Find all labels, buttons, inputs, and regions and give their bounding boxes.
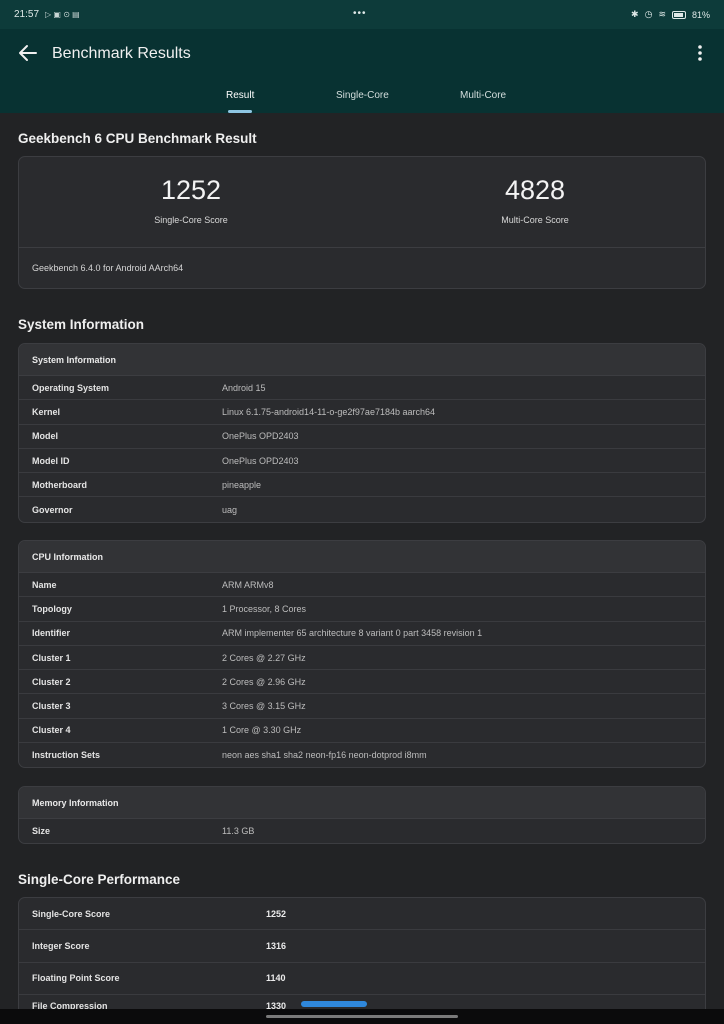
performance-row: Single-Core Score 1252 (19, 898, 705, 931)
alarm-icon: ◷ (644, 9, 653, 19)
info-key: Operating System (32, 382, 110, 393)
info-value: ARM implementer 65 architecture 8 varian… (222, 628, 483, 639)
info-row: Cluster 3 3 Cores @ 3.15 GHz (19, 694, 705, 719)
info-key: Model (32, 431, 58, 442)
single-core-score-block: 1252 Single-Core Score (19, 175, 363, 225)
navigation-bar (0, 1009, 724, 1024)
single-core-score-label: Single-Core Score (154, 215, 228, 225)
info-key: Topology (32, 603, 72, 614)
info-value: 1 Core @ 3.30 GHz (222, 725, 302, 736)
performance-row: Floating Point Score 1140 (19, 963, 705, 995)
performance-value: 1140 (266, 973, 286, 984)
memory-information-header: Memory Information (19, 787, 705, 819)
score-divider (19, 247, 705, 248)
info-value: ARM ARMv8 (222, 579, 274, 590)
performance-value: 1316 (266, 940, 287, 951)
info-row: Model ID OnePlus OPD2403 (19, 449, 705, 474)
notification-icons: ▷ ▣ ⊙ ▤ (45, 10, 80, 19)
bluetooth-icon: ✱ (631, 9, 639, 19)
status-bar: 21:57 ▷ ▣ ⊙ ▤ ••• ✱ ◷ ≋ 81% (0, 0, 724, 29)
info-key: Governor (32, 504, 73, 515)
system-information-card: System Information Operating System Andro… (18, 343, 706, 523)
info-key: Cluster 1 (32, 652, 71, 663)
info-row: Identifier ARM implementer 65 architectur… (19, 622, 705, 646)
single-core-performance-title: Single-Core Performance (18, 872, 181, 887)
wifi-icon: ≋ (658, 9, 666, 19)
performance-row: Integer Score 1316 (19, 930, 705, 963)
performance-bar (301, 1000, 367, 1007)
battery-level: 81% (691, 9, 710, 20)
info-row: Cluster 2 2 Cores @ 2.96 GHz (19, 670, 705, 695)
info-key: Kernel (32, 406, 61, 417)
info-row: Model OnePlus OPD2403 (19, 425, 705, 449)
result-section-title: Geekbench 6 CPU Benchmark Result (18, 131, 257, 146)
tab-result[interactable]: Result (226, 90, 254, 101)
info-row: Instruction Sets neon aes sha1 sha2 neon-… (19, 743, 705, 767)
more-options-icon[interactable] (690, 42, 710, 66)
info-row: Name ARM ARMv8 (19, 573, 705, 598)
info-row: Cluster 1 2 Cores @ 2.27 GHz (19, 646, 705, 671)
info-key: Name (32, 579, 57, 590)
info-key: Model ID (32, 455, 70, 466)
info-key: Instruction Sets (32, 750, 101, 761)
info-row: Kernel Linux 6.1.75-android14-11-o-ge2f97… (19, 400, 705, 425)
cpu-information-header: CPU Information (19, 541, 705, 573)
cpu-information-card: CPU Information Name ARM ARMv8 Topology 1 … (18, 540, 706, 769)
performance-key: Integer Score (32, 940, 90, 951)
system-information-section-title: System Information (18, 317, 145, 332)
single-core-score-value: 1252 (160, 175, 222, 205)
info-row: Operating System Android 15 (19, 376, 705, 401)
info-value: 1 Processor, 8 Cores (222, 603, 307, 614)
home-indicator[interactable] (266, 1015, 458, 1018)
tab-bar: Result Single-Core Multi-Core (0, 86, 724, 113)
info-value: 2 Cores @ 2.27 GHz (222, 652, 306, 663)
info-value: Android 15 (222, 382, 266, 393)
score-card: 1252 Single-Core Score 4828 Multi-Core S… (18, 156, 706, 289)
info-row: Cluster 4 1 Core @ 3.30 GHz (19, 719, 705, 744)
multi-core-score-label: Multi-Core Score (501, 215, 569, 225)
back-arrow-icon[interactable] (16, 41, 40, 65)
memory-information-card: Memory Information Size 11.3 GB (18, 786, 706, 845)
info-key: Identifier (32, 628, 71, 639)
performance-key: Floating Point Score (32, 973, 120, 984)
tab-multi-core[interactable]: Multi-Core (460, 90, 506, 101)
info-value: 3 Cores @ 3.15 GHz (222, 701, 306, 712)
single-core-performance-card: Single-Core Score 1252 Integer Score 1316 … (18, 897, 706, 1024)
geekbench-version: Geekbench 6.4.0 for Android AArch64 (32, 263, 184, 273)
info-key: Cluster 2 (32, 676, 71, 687)
info-row: Size 11.3 GB (19, 819, 705, 843)
info-row: Topology 1 Processor, 8 Cores (19, 597, 705, 622)
info-value: neon aes sha1 sha2 neon-fp16 neon-dotpro… (222, 750, 427, 761)
battery-icon (671, 10, 686, 19)
performance-key: Single-Core Score (32, 908, 111, 919)
app-title: Benchmark Results (52, 45, 191, 62)
info-row: Motherboard pineapple (19, 473, 705, 498)
info-key: Cluster 4 (32, 725, 71, 736)
info-value: uag (222, 504, 238, 515)
info-row: Governor uag (19, 497, 705, 521)
info-key: Motherboard (32, 479, 87, 490)
info-value: Linux 6.1.75-android14-11-o-ge2f97ae7184… (222, 406, 435, 417)
info-key: Size (32, 826, 51, 837)
app-bar: Benchmark Results Result Single-Core Mul… (0, 29, 724, 113)
system-information-header: System Information (19, 344, 705, 376)
info-value: 2 Cores @ 2.96 GHz (222, 676, 306, 687)
info-value: OnePlus OPD2403 (222, 455, 299, 466)
multi-core-score-block: 4828 Multi-Core Score (363, 175, 705, 225)
info-key: Cluster 3 (32, 701, 71, 712)
info-value: pineapple (222, 479, 262, 490)
info-value: OnePlus OPD2403 (222, 431, 299, 442)
active-tab-indicator (228, 110, 252, 113)
info-value: 11.3 GB (222, 826, 255, 837)
status-more-dots: ••• (353, 8, 367, 19)
status-time: 21:57 (14, 9, 40, 20)
tab-single-core[interactable]: Single-Core (336, 90, 389, 101)
multi-core-score-value: 4828 (504, 175, 566, 205)
performance-value: 1252 (266, 908, 287, 919)
